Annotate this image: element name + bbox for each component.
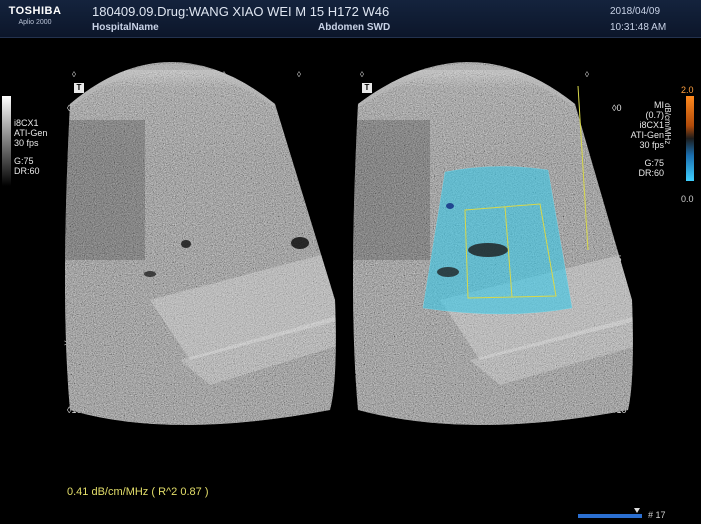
frame-number: # 17 (648, 510, 666, 520)
ati-measurement-result: 0.41 dB/cm/MHz ( R^2 0.87 ) (67, 486, 209, 498)
vessel (437, 267, 459, 277)
cine-progress-bar[interactable] (578, 514, 642, 518)
ati-color-map (423, 166, 572, 314)
ultrasound-images (65, 62, 633, 425)
vessel (468, 243, 508, 257)
cine-position-marker[interactable] (634, 508, 640, 513)
left-bmode-image (65, 62, 336, 425)
